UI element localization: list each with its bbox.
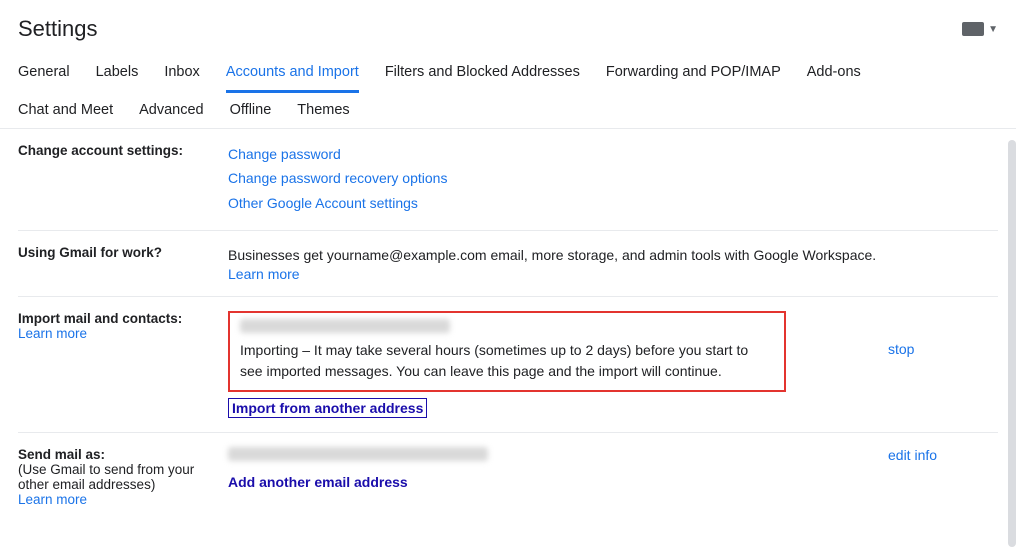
import-from-another-link[interactable]: Import from another address bbox=[228, 398, 427, 418]
tab-labels[interactable]: Labels bbox=[96, 54, 139, 92]
section-sublabel: (Use Gmail to send from your other email… bbox=[18, 462, 194, 492]
section-label: Send mail as: bbox=[18, 447, 105, 462]
other-google-settings-link[interactable]: Other Google Account settings bbox=[228, 192, 998, 214]
section-change-account: Change account settings: Change password… bbox=[18, 129, 998, 231]
page-title: Settings bbox=[18, 16, 98, 42]
section-import: Import mail and contacts: Learn more Imp… bbox=[18, 297, 998, 433]
chevron-down-icon: ▼ bbox=[988, 24, 998, 35]
add-another-email-link[interactable]: Add another email address bbox=[228, 474, 408, 490]
keyboard-icon bbox=[962, 22, 984, 36]
import-status-highlight: Importing – It may take several hours (s… bbox=[228, 311, 786, 392]
tab-forwarding[interactable]: Forwarding and POP/IMAP bbox=[606, 54, 781, 92]
stop-import-link[interactable]: stop bbox=[888, 341, 914, 357]
section-label: Change account settings: bbox=[18, 143, 183, 158]
input-tools-menu[interactable]: ▼ bbox=[962, 22, 998, 36]
workspace-text: Businesses get yourname@example.com emai… bbox=[228, 247, 876, 263]
tab-themes[interactable]: Themes bbox=[297, 92, 349, 128]
import-learn-more-link[interactable]: Learn more bbox=[18, 326, 87, 341]
section-workspace: Using Gmail for work? Businesses get you… bbox=[18, 231, 998, 297]
change-recovery-link[interactable]: Change password recovery options bbox=[228, 167, 998, 189]
change-password-link[interactable]: Change password bbox=[228, 143, 998, 165]
scrollbar[interactable] bbox=[1008, 140, 1016, 547]
section-label: Using Gmail for work? bbox=[18, 245, 162, 260]
tab-inbox[interactable]: Inbox bbox=[164, 54, 199, 92]
section-label: Import mail and contacts: bbox=[18, 311, 182, 326]
tab-addons[interactable]: Add-ons bbox=[807, 54, 861, 92]
tab-general[interactable]: General bbox=[18, 54, 70, 92]
edit-info-link[interactable]: edit info bbox=[888, 447, 937, 463]
import-status-text: Importing – It may take several hours (s… bbox=[240, 340, 774, 382]
tab-offline[interactable]: Offline bbox=[230, 92, 272, 128]
workspace-learn-more-link[interactable]: Learn more bbox=[228, 266, 300, 282]
tab-advanced[interactable]: Advanced bbox=[139, 92, 204, 128]
settings-tabs: General Labels Inbox Accounts and Import… bbox=[0, 54, 1016, 129]
sendas-learn-more-link[interactable]: Learn more bbox=[18, 492, 87, 507]
tab-accounts-import[interactable]: Accounts and Import bbox=[226, 54, 359, 93]
section-send-mail-as: Send mail as: (Use Gmail to send from yo… bbox=[18, 433, 998, 521]
tab-chat-meet[interactable]: Chat and Meet bbox=[18, 92, 113, 128]
tab-filters[interactable]: Filters and Blocked Addresses bbox=[385, 54, 580, 92]
sendas-account-redacted bbox=[228, 447, 488, 461]
imported-account-redacted bbox=[240, 319, 450, 333]
